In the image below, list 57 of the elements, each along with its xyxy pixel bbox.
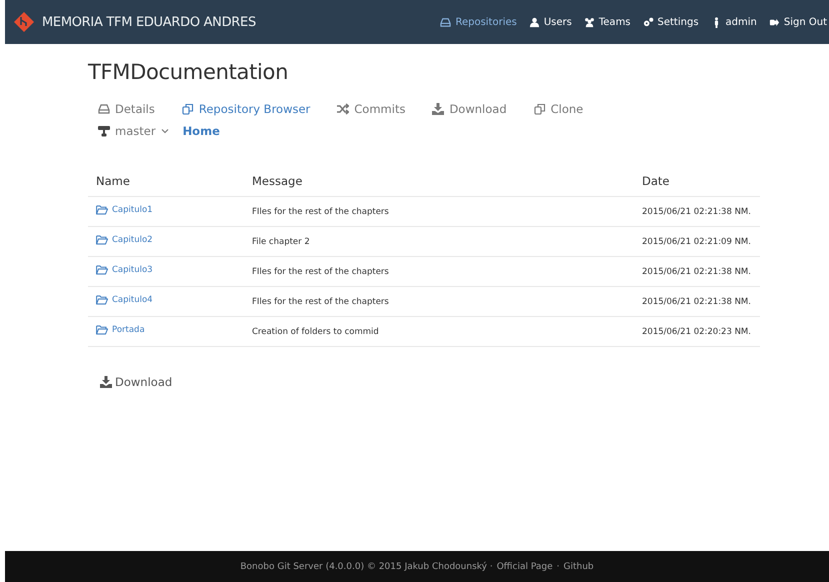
- column-header: Message: [244, 168, 634, 196]
- breadcrumb-link[interactable]: Home: [182, 124, 220, 138]
- nav-link[interactable]: Repositories: [440, 16, 517, 28]
- repository-tab[interactable]: Clone: [534, 102, 584, 116]
- repository-tab[interactable]: Commits: [337, 102, 406, 116]
- sign-out-icon: [768, 16, 780, 28]
- download-icon: [100, 376, 112, 388]
- download-link[interactable]: Download: [100, 375, 172, 389]
- nav-link[interactable]: Settings: [642, 16, 699, 28]
- table-cell: 2015/06/21 02:21:38 NM.: [642, 266, 751, 276]
- table-cell: 2015/06/21 02:20:23 NM.: [642, 326, 751, 336]
- table-cell: 2015/06/21 02:21:38 NM.: [642, 296, 751, 306]
- table-cell: 2015/06/21 02:21:38 NM.: [642, 206, 751, 216]
- logo-icon: [13, 11, 35, 33]
- user-icon: [528, 16, 540, 28]
- group-icon: [584, 16, 595, 28]
- table-cell: FIles for the rest of the chapters: [252, 206, 389, 216]
- repository-tab[interactable]: Download: [432, 102, 507, 116]
- folder-link[interactable]: Capitulo4: [96, 295, 153, 305]
- folder-link[interactable]: Capitulo1: [96, 205, 153, 215]
- caret-icon: [160, 128, 169, 134]
- shuffle-icon: [337, 103, 350, 115]
- folder-icon: [96, 325, 108, 335]
- table-cell: 2015/06/21 02:21:09 NM.: [642, 236, 751, 246]
- copy-icon: [182, 103, 194, 115]
- branch-icon: [98, 126, 110, 136]
- drive-icon: [98, 103, 110, 115]
- nav-link[interactable]: Sign Out: [768, 16, 827, 28]
- column-header: Date: [634, 168, 760, 196]
- brand-title[interactable]: MEMORIA TFM EDUARDO ANDRES: [42, 14, 256, 30]
- folder-link[interactable]: Portada: [96, 325, 145, 335]
- folder-icon: [96, 235, 108, 245]
- folder-icon: [96, 205, 108, 215]
- table-cell: FIles for the rest of the chapters: [252, 266, 389, 276]
- repository-tab[interactable]: Repository Browser: [182, 102, 310, 116]
- repository-title: TFMDocumentation: [88, 60, 290, 84]
- nav-link[interactable]: admin: [710, 16, 757, 28]
- folder-link[interactable]: Capitulo2: [96, 235, 153, 245]
- table-cell: Creation of folders to commid: [252, 326, 379, 336]
- repository-tab[interactable]: Details: [98, 102, 155, 116]
- folder-icon: [96, 295, 108, 305]
- table-cell: FIles for the rest of the chapters: [252, 296, 389, 306]
- nav-link[interactable]: Teams: [584, 16, 631, 28]
- column-header: Name: [88, 168, 244, 196]
- download-icon: [432, 103, 444, 115]
- nav-link[interactable]: Users: [528, 16, 572, 28]
- folder-link[interactable]: Capitulo3: [96, 265, 153, 275]
- copy-icon: [534, 103, 546, 115]
- drive-icon: [440, 16, 452, 28]
- separator-text: ·: [556, 562, 560, 572]
- footer-link[interactable]: Official Page: [496, 562, 553, 572]
- settings-icon: [642, 16, 654, 28]
- branch-dropdown[interactable]: master: [98, 124, 169, 138]
- footer-text: Bonobo Git Server (4.0.0.0) © 2015 Jakub Chodounský ·: [240, 562, 493, 572]
- footer-link[interactable]: Github: [564, 562, 594, 572]
- table-cell: File chapter 2: [252, 236, 310, 246]
- folder-icon: [96, 265, 108, 275]
